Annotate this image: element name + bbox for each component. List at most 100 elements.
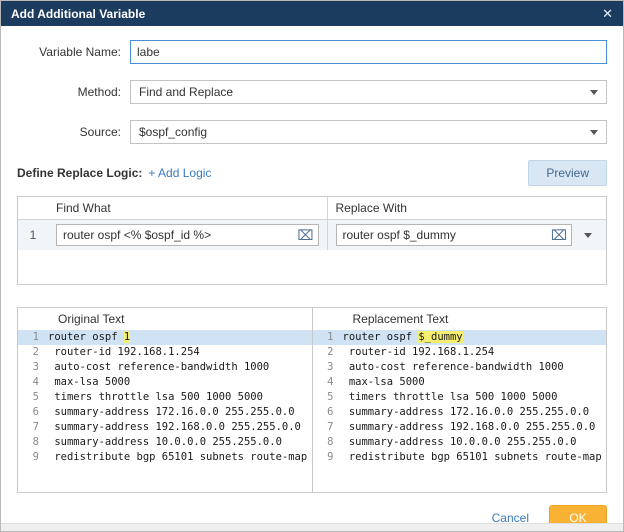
find-what-column-header: Find What xyxy=(48,197,327,219)
row-dropdown-toggle[interactable] xyxy=(578,224,598,246)
code-line[interactable]: 8 summary-address 10.0.0.0 255.255.0.0 xyxy=(18,435,312,450)
line-number: 6 xyxy=(18,405,48,420)
code-text: timers throttle lsa 500 1000 5000 xyxy=(343,390,558,405)
line-number: 6 xyxy=(313,405,343,420)
line-number: 3 xyxy=(18,360,48,375)
preview-comparison: Original Text 1router ospf 12 router-id … xyxy=(17,307,607,493)
add-variable-dialog: { "colors": { "header_bg": "#1b3c5f", "a… xyxy=(0,0,624,532)
replace-logic-header: Define Replace Logic: + Add Logic Previe… xyxy=(1,160,623,186)
code-text: summary-address 172.16.0.0 255.255.0.0 xyxy=(343,405,590,420)
source-selected-value: $ospf_config xyxy=(139,125,590,139)
replace-with-field: ⌧ xyxy=(336,224,573,246)
code-line[interactable]: 3 auto-cost reference-bandwidth 1000 xyxy=(18,360,312,375)
line-number: 7 xyxy=(18,420,48,435)
code-line[interactable]: 9 redistribute bgp 65101 subnets route-m… xyxy=(313,450,607,465)
code-line[interactable]: 7 summary-address 192.168.0.0 255.255.0.… xyxy=(313,420,607,435)
code-text: router ospf $_dummy xyxy=(343,330,463,345)
code-line[interactable]: 4 max-lsa 5000 xyxy=(313,375,607,390)
line-number: 4 xyxy=(313,375,343,390)
line-number: 7 xyxy=(313,420,343,435)
variable-name-input[interactable] xyxy=(130,40,607,64)
code-line[interactable]: 9 redistribute bgp 65101 subnets route-m… xyxy=(18,450,312,465)
method-selected-value: Find and Replace xyxy=(139,85,590,99)
line-number: 9 xyxy=(313,450,343,465)
line-number: 2 xyxy=(18,345,48,360)
replacement-text-header: Replacement Text xyxy=(313,308,607,330)
code-text: summary-address 10.0.0.0 255.255.0.0 xyxy=(48,435,282,450)
replacement-text-body: 1router ospf $_dummy2 router-id 192.168.… xyxy=(313,330,607,465)
variable-name-label: Variable Name: xyxy=(17,45,121,59)
horizontal-scrollbar-track[interactable] xyxy=(1,523,623,531)
code-text: max-lsa 5000 xyxy=(48,375,130,390)
line-number: 5 xyxy=(313,390,343,405)
find-what-field: ⌧ xyxy=(56,224,319,246)
line-number: 4 xyxy=(18,375,48,390)
find-what-input[interactable] xyxy=(63,228,293,242)
variable-name-row: Variable Name: xyxy=(17,40,607,64)
line-number: 5 xyxy=(18,390,48,405)
line-number: 1 xyxy=(313,330,343,345)
replace-with-column-header: Replace With xyxy=(327,197,607,219)
find-replace-table-header: Find What Replace With xyxy=(18,197,606,220)
code-text: auto-cost reference-bandwidth 1000 xyxy=(48,360,269,375)
code-line[interactable]: 7 summary-address 192.168.0.0 255.255.0.… xyxy=(18,420,312,435)
source-label: Source: xyxy=(17,125,121,139)
row-number: 1 xyxy=(18,228,48,242)
highlighted-match: 1 xyxy=(124,331,130,343)
code-text: router-id 192.168.1.254 xyxy=(343,345,495,360)
close-icon[interactable]: ✕ xyxy=(602,7,613,20)
code-line[interactable]: 6 summary-address 172.16.0.0 255.255.0.0 xyxy=(18,405,312,420)
find-what-cell: ⌧ xyxy=(48,220,327,250)
original-text-panel: Original Text 1router ospf 12 router-id … xyxy=(18,308,313,492)
code-line[interactable]: 6 summary-address 172.16.0.0 255.255.0.0 xyxy=(313,405,607,420)
source-row: Source: $ospf_config xyxy=(17,120,607,144)
dialog-title: Add Additional Variable xyxy=(11,7,145,21)
add-logic-link[interactable]: + Add Logic xyxy=(148,166,211,180)
code-text: summary-address 192.168.0.0 255.255.0.0 xyxy=(343,420,596,435)
line-number: 3 xyxy=(313,360,343,375)
find-replace-table: Find What Replace With 1 ⌧ ⌧ xyxy=(17,196,607,285)
line-number: 8 xyxy=(18,435,48,450)
code-text: summary-address 10.0.0.0 255.255.0.0 xyxy=(343,435,577,450)
original-text-header: Original Text xyxy=(18,308,312,330)
code-text: summary-address 172.16.0.0 255.255.0.0 xyxy=(48,405,295,420)
line-number: 1 xyxy=(18,330,48,345)
chevron-down-icon xyxy=(590,90,598,95)
code-line[interactable]: 5 timers throttle lsa 500 1000 5000 xyxy=(18,390,312,405)
original-text-body: 1router ospf 12 router-id 192.168.1.2543… xyxy=(18,330,312,465)
code-line[interactable]: 1router ospf 1 xyxy=(18,330,312,345)
chevron-down-icon xyxy=(584,233,592,238)
line-number: 8 xyxy=(313,435,343,450)
replace-with-cell: ⌧ xyxy=(327,220,607,250)
code-line[interactable]: 1router ospf $_dummy xyxy=(313,330,607,345)
source-select[interactable]: $ospf_config xyxy=(130,120,607,144)
code-text: auto-cost reference-bandwidth 1000 xyxy=(343,360,564,375)
code-text: summary-address 192.168.0.0 255.255.0.0 xyxy=(48,420,301,435)
insert-variable-icon[interactable]: ⌧ xyxy=(297,228,313,242)
method-select[interactable]: Find and Replace xyxy=(130,80,607,104)
code-text: timers throttle lsa 500 1000 5000 xyxy=(48,390,263,405)
preview-button[interactable]: Preview xyxy=(528,160,607,186)
row-number-header xyxy=(18,197,48,219)
method-row: Method: Find and Replace xyxy=(17,80,607,104)
replace-with-input[interactable] xyxy=(343,228,547,242)
method-label: Method: xyxy=(17,85,121,99)
replacement-text-panel: Replacement Text 1router ospf $_dummy2 r… xyxy=(313,308,607,492)
code-line[interactable]: 4 max-lsa 5000 xyxy=(18,375,312,390)
code-line[interactable]: 5 timers throttle lsa 500 1000 5000 xyxy=(313,390,607,405)
code-text: redistribute bgp 65101 subnets route-map… xyxy=(343,450,607,465)
dialog-header: Add Additional Variable ✕ xyxy=(1,1,623,26)
code-text: max-lsa 5000 xyxy=(343,375,425,390)
code-text: redistribute bgp 65101 subnets route-map… xyxy=(48,450,313,465)
chevron-down-icon xyxy=(590,130,598,135)
line-number: 9 xyxy=(18,450,48,465)
form-area: Variable Name: Method: Find and Replace … xyxy=(1,26,623,144)
insert-variable-icon[interactable]: ⌧ xyxy=(551,228,567,242)
code-line[interactable]: 2 router-id 192.168.1.254 xyxy=(313,345,607,360)
highlighted-match: $_dummy xyxy=(418,331,462,343)
code-line[interactable]: 2 router-id 192.168.1.254 xyxy=(18,345,312,360)
code-line[interactable]: 8 summary-address 10.0.0.0 255.255.0.0 xyxy=(313,435,607,450)
table-empty-area xyxy=(18,250,606,284)
code-line[interactable]: 3 auto-cost reference-bandwidth 1000 xyxy=(313,360,607,375)
code-text: router ospf 1 xyxy=(48,330,130,345)
